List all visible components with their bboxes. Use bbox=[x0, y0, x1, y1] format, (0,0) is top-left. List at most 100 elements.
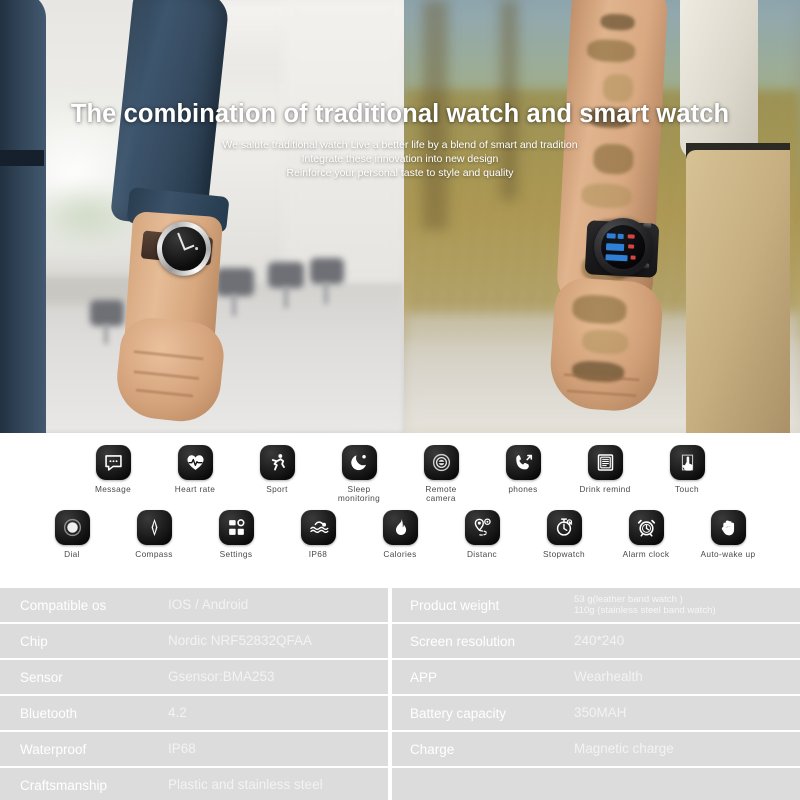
table-row: Compatible os IOS / Android Product weig… bbox=[0, 588, 800, 622]
feature-dial[interactable]: Dial bbox=[43, 509, 101, 559]
spec-key: Sensor bbox=[20, 669, 63, 685]
spec-value: Plastic and stainless steel bbox=[168, 776, 323, 792]
spec-cell-bluetooth: Bluetooth 4.2 bbox=[0, 696, 388, 730]
compass-icon bbox=[136, 509, 172, 545]
feature-label: Message bbox=[94, 484, 132, 494]
hero-subtitle: We salute traditional watch Live a bette… bbox=[0, 138, 800, 181]
feature-drink-remind[interactable]: Drink remind bbox=[576, 445, 634, 494]
feature-icons-section: Message Heart rate Sport Sleep monitorin… bbox=[0, 433, 800, 588]
feature-label: Dial bbox=[64, 548, 80, 559]
spec-key: Battery capacity bbox=[410, 705, 507, 721]
photo-chair bbox=[216, 268, 254, 296]
feature-ip68[interactable]: IP68 bbox=[289, 509, 347, 559]
feature-label: Touch bbox=[675, 484, 699, 494]
distance-pin-icon bbox=[464, 509, 500, 545]
spec-value: 240*240 bbox=[574, 632, 625, 648]
feature-calories[interactable]: Calories bbox=[371, 509, 429, 559]
photo-chair bbox=[90, 300, 124, 326]
feature-message[interactable]: Message bbox=[84, 445, 142, 494]
spec-cell-sensor: Sensor Gsensor:BMA253 bbox=[0, 660, 388, 694]
photo-chair-pole bbox=[232, 294, 236, 316]
feature-sport[interactable]: Sport bbox=[248, 445, 306, 494]
calories-flame-icon bbox=[382, 509, 418, 545]
feature-settings[interactable]: Settings bbox=[207, 509, 265, 559]
photo-trousers bbox=[686, 150, 790, 433]
feature-touch[interactable]: Touch bbox=[658, 445, 716, 494]
stopwatch-icon bbox=[546, 509, 582, 545]
feature-auto-wake-up[interactable]: Auto-wake up bbox=[699, 509, 757, 559]
spec-key: Waterproof bbox=[20, 741, 87, 757]
spec-key: Product weight bbox=[410, 597, 500, 613]
spec-key: Chip bbox=[20, 633, 48, 649]
table-row: Waterproof IP68 Charge Magnetic charge bbox=[0, 732, 800, 766]
spec-value: Magnetic charge bbox=[574, 740, 674, 756]
feature-label: Sleep monitoring bbox=[337, 484, 381, 504]
spec-value: IOS / Android bbox=[168, 596, 249, 612]
settings-icon bbox=[218, 509, 254, 545]
feature-phones[interactable]: phones bbox=[494, 445, 552, 494]
spec-cell-battery-capacity: Battery capacity 350MAH bbox=[392, 696, 800, 730]
spec-cell-waterproof: Waterproof IP68 bbox=[0, 732, 388, 766]
feature-label: Auto-wake up bbox=[700, 548, 756, 559]
spec-cell-screen-resolution: Screen resolution 240*240 bbox=[392, 624, 800, 658]
drink-remind-icon bbox=[587, 445, 623, 480]
heart-rate-icon bbox=[177, 445, 213, 480]
hero-photo-smart-watch bbox=[404, 0, 800, 433]
hero-subtitle-line-3: Reinforce your personal taste to style a… bbox=[286, 167, 514, 180]
feature-alarm-clock[interactable]: Alarm clock bbox=[617, 509, 675, 559]
touch-icon bbox=[669, 445, 705, 480]
feature-stopwatch[interactable]: Stopwatch bbox=[535, 509, 593, 559]
spec-value: Wearhealth bbox=[574, 668, 643, 684]
photo-chair-pole bbox=[324, 282, 328, 304]
sport-icon bbox=[259, 445, 295, 480]
hero-subtitle-line-1: We salute traditional watch Live a bette… bbox=[222, 139, 578, 151]
spec-cell-chip: Chip Nordic NRF52832QFAA bbox=[0, 624, 388, 658]
hero-title: The combination of traditional watch and… bbox=[70, 100, 730, 128]
photo-chair bbox=[310, 258, 344, 284]
spec-cell-craftsmanship: Craftsmanship Plastic and stainless stee… bbox=[0, 768, 388, 800]
feature-label: IP68 bbox=[308, 548, 328, 559]
spec-value: 350MAH bbox=[574, 704, 627, 720]
spec-value: Gsensor:BMA253 bbox=[168, 668, 275, 684]
feature-label: Stopwatch bbox=[543, 548, 585, 559]
table-row: Craftsmanship Plastic and stainless stee… bbox=[0, 768, 800, 800]
feature-icon-row-2: Dial Compass Settings IP68 Calories Dist… bbox=[0, 504, 800, 559]
specification-table: Compatible os IOS / Android Product weig… bbox=[0, 588, 800, 800]
auto-wake-hand-icon bbox=[710, 509, 746, 545]
spec-cell-app: APP Wearhealth bbox=[392, 660, 800, 694]
spec-cell-charge: Charge Magnetic charge bbox=[392, 732, 800, 766]
feature-label: Compass bbox=[135, 548, 173, 559]
photo-chair-pole bbox=[284, 286, 288, 308]
feature-label: Heart rate bbox=[174, 484, 216, 494]
feature-heart-rate[interactable]: Heart rate bbox=[166, 445, 224, 494]
hero-photo-traditional-watch bbox=[0, 0, 404, 433]
alarm-clock-icon bbox=[628, 509, 664, 545]
hero-banner: The combination of traditional watch and… bbox=[0, 0, 800, 433]
spec-key: Charge bbox=[410, 741, 455, 757]
feature-label: Remote camera bbox=[425, 484, 457, 504]
photo-muddy-hand bbox=[547, 276, 665, 414]
feature-compass[interactable]: Compass bbox=[125, 509, 183, 559]
table-row: Sensor Gsensor:BMA253 APP Wearhealth bbox=[0, 660, 800, 694]
feature-label: Alarm clock bbox=[622, 548, 670, 559]
spec-value: 4.2 bbox=[168, 704, 187, 720]
spec-key: APP bbox=[410, 669, 438, 685]
feature-sleep-monitoring[interactable]: Sleep monitoring bbox=[330, 445, 388, 504]
spec-cell-product-weight: Product weight 53 g(leather band watch )… bbox=[392, 588, 800, 622]
feature-label: Sport bbox=[266, 484, 288, 494]
feature-distance[interactable]: Distanc bbox=[453, 509, 511, 559]
table-row: Bluetooth 4.2 Battery capacity 350MAH bbox=[0, 696, 800, 730]
spec-key: Compatible os bbox=[20, 597, 107, 613]
feature-remote-camera[interactable]: Remote camera bbox=[412, 445, 470, 504]
spec-cell-empty bbox=[392, 768, 800, 800]
hero-subtitle-line-2: Integrate these innovation into new desi… bbox=[301, 153, 499, 166]
feature-icon-row-1: Message Heart rate Sport Sleep monitorin… bbox=[0, 433, 800, 504]
spec-value: Nordic NRF52832QFAA bbox=[168, 632, 313, 648]
feature-label: Distanc bbox=[466, 548, 498, 559]
traditional-analog-watch bbox=[137, 214, 217, 281]
photo-chair-pole bbox=[104, 324, 108, 344]
feature-label: Calories bbox=[383, 548, 417, 559]
photo-chair bbox=[268, 262, 304, 288]
feature-label: phones bbox=[508, 484, 538, 494]
message-icon bbox=[95, 445, 131, 480]
